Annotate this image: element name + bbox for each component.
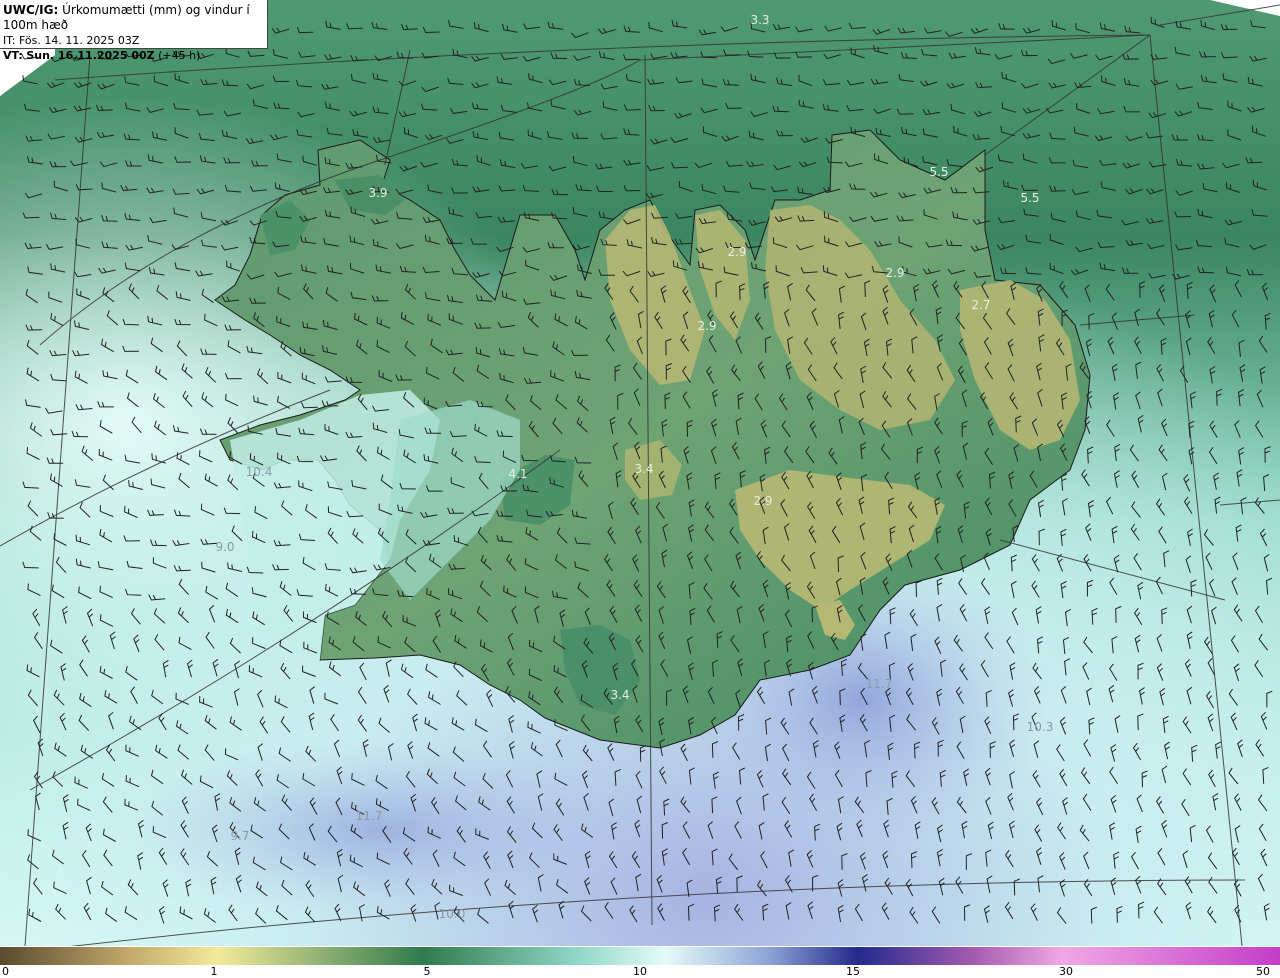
precip-value-label: 9.0 [215, 540, 234, 554]
precip-value-label: 5.5 [929, 165, 948, 179]
shade-southwest [120, 740, 640, 920]
it-value: Fös. 14. 11. 2025 03Z [18, 34, 140, 47]
precip-value-label: 2.9 [697, 319, 716, 333]
precip-value-label: 10.3 [1027, 720, 1054, 734]
precip-value-label: 3.4 [610, 688, 629, 702]
title-line: UWC/IG: Úrkomumætti (mm) og vindur í 100… [3, 3, 267, 33]
colorbar-tick-label: 1 [210, 965, 218, 978]
vt-label: VT: [3, 49, 23, 62]
precip-value-label: 11.7 [356, 809, 383, 823]
precip-value-label: 11.7 [866, 677, 893, 691]
precip-value-label: 3.4 [634, 462, 653, 476]
colorbar-tick-label: 0 [2, 965, 9, 978]
model-tag: UWC/IG: [3, 3, 59, 17]
initial-time-line: IT: Fös. 14. 11. 2025 03Z [3, 33, 267, 48]
colorbar-scale [0, 947, 1280, 965]
precip-value-label: 5.5 [1020, 191, 1039, 205]
lead-time: (+45 h) [158, 49, 201, 62]
colorbar-tick-label: 50 [1256, 965, 1270, 978]
precip-value-label: 10.4 [246, 465, 273, 479]
colorbar-tick-label: 5 [423, 965, 431, 978]
precip-value-label: 2.9 [727, 245, 746, 259]
precip-value-label: 10.0 [439, 907, 466, 921]
precip-value-label: 4.1 [508, 467, 527, 481]
map-viewer: 3.3 3.9 5.5 5.5 2.9 2.9 2.7 2.9 3.4 4.1 2.9 10.4 9.0… [0, 0, 1280, 978]
precip-value-label: 2.9 [753, 494, 772, 508]
valid-time-line: VT: Sun. 16.11.2025 00Z (+45 h) [3, 48, 267, 63]
it-label: IT: [3, 34, 16, 47]
precip-value-label: 2.9 [885, 266, 904, 280]
colorbar-legend: 0 1 5 10 15 30 50 [0, 946, 1280, 978]
colorbar-tick-label: 10 [633, 965, 647, 978]
colorbar-tick-label: 30 [1059, 965, 1073, 978]
precipitation-wind-map: 3.3 3.9 5.5 5.5 2.9 2.9 2.7 2.9 3.4 4.1 2.9 10.4 9.0… [0, 0, 1280, 946]
precip-value-label: 2.7 [971, 298, 990, 312]
precip-value-label: 3.3 [750, 13, 769, 27]
colorbar-tick-label: 15 [846, 965, 860, 978]
precip-value-label: 9.7 [230, 829, 249, 843]
forecast-info-box: UWC/IG: Úrkomumætti (mm) og vindur í 100… [0, 0, 268, 62]
precip-value-label: 3.9 [368, 186, 387, 200]
vt-value: Sun. 16.11.2025 00Z [26, 49, 155, 62]
